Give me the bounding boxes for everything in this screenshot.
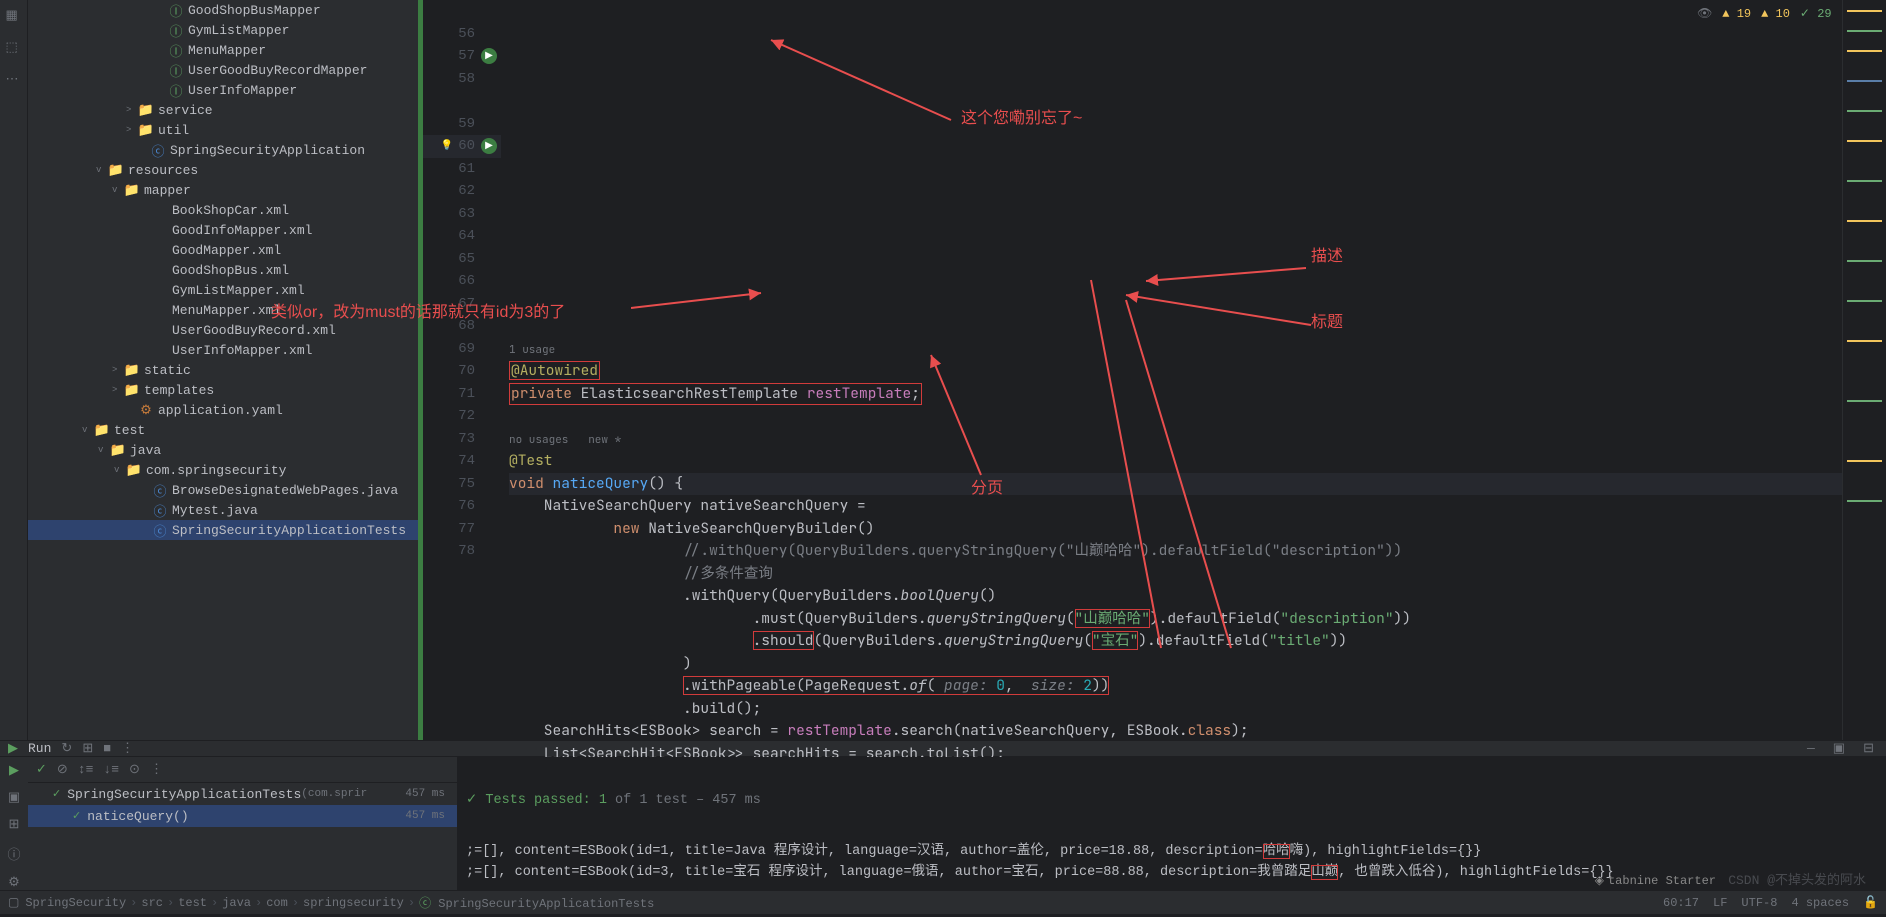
breadcrumb-item[interactable]: src	[141, 896, 163, 910]
project-icon[interactable]: ▦	[6, 8, 22, 24]
status-bar: ▢ SpringSecurity › src › test › java › c…	[0, 890, 1886, 914]
annotation-arrow	[1121, 290, 1321, 340]
toggle-icon[interactable]: ⊞	[82, 741, 93, 756]
tree-item[interactable]: ⒾGoodShopBusMapper	[28, 0, 418, 20]
editor[interactable]: 5657▶585960▶💡616263646566676869707172737…	[423, 0, 1886, 740]
tree-item[interactable]: >📁static	[28, 360, 418, 380]
indent-setting[interactable]: 4 spaces	[1791, 896, 1849, 910]
tabnine-icon: ◈	[1595, 873, 1604, 888]
structure-icon[interactable]: ⬚	[6, 40, 22, 56]
tree-item[interactable]: v📁resources	[28, 160, 418, 180]
more-icon[interactable]: ⋮	[150, 762, 163, 777]
tree-item[interactable]: ⓒMytest.java	[28, 500, 418, 520]
run-gutter-icon[interactable]: ▶	[481, 48, 497, 64]
breadcrumb[interactable]: SpringSecurity › src › test › java › com…	[25, 894, 654, 911]
tree-item[interactable]: ⒾMenuMapper	[28, 40, 418, 60]
run-title: Run	[28, 741, 51, 756]
run-gutter-icon[interactable]: ▶	[481, 138, 497, 154]
readonly-icon[interactable]: 🔓	[1863, 895, 1878, 910]
minimap[interactable]	[1842, 0, 1886, 740]
sort-icon[interactable]: ↕≡	[78, 762, 94, 777]
typo-count[interactable]: ✓ 29	[1800, 6, 1832, 21]
expand-icon[interactable]: ↓≡	[103, 762, 119, 777]
tree-item[interactable]: UserGoodBuyRecord.xml	[28, 320, 418, 340]
tree-item[interactable]: v📁java	[28, 440, 418, 460]
tree-item[interactable]: >📁service	[28, 100, 418, 120]
tree-item[interactable]: GoodShopBus.xml	[28, 260, 418, 280]
tree-item[interactable]: ⓒBrowseDesignatedWebPages.java	[28, 480, 418, 500]
test-row[interactable]: ✓naticeQuery() 457 ms	[28, 805, 457, 827]
info-icon[interactable]: ⓘ	[7, 844, 20, 863]
annotation-text: 这个您嘞别忘了~	[961, 108, 1082, 131]
tree-item[interactable]: >📁templates	[28, 380, 418, 400]
tree-item[interactable]: ⒾUserGoodBuyRecordMapper	[28, 60, 418, 80]
breadcrumb-item[interactable]: springsecurity	[303, 896, 404, 910]
rerun-icon[interactable]: ↻	[61, 741, 72, 756]
breadcrumb-item[interactable]: ⓒ SpringSecurityApplicationTests	[419, 894, 654, 911]
tree-item[interactable]: v📁test	[28, 420, 418, 440]
tree-item[interactable]: BookShopCar.xml	[28, 200, 418, 220]
more-icon[interactable]: ⋯	[6, 72, 22, 88]
tree-item[interactable]: GoodMapper.xml	[28, 240, 418, 260]
tree-item[interactable]: v📁com.springsecurity	[28, 460, 418, 480]
breadcrumb-item[interactable]: SpringSecurity	[25, 896, 126, 910]
inspections-widget[interactable]: 👁 ▲ 19 ▲ 10 ✓ 29 ˆ ˇ	[1697, 6, 1866, 21]
annotation-text: 描述	[1311, 246, 1343, 269]
tree-item[interactable]: UserInfoMapper.xml	[28, 340, 418, 360]
settings-icon[interactable]: ⚙	[8, 875, 20, 890]
bulb-icon[interactable]: 💡	[439, 138, 455, 154]
tree-item[interactable]: GoodInfoMapper.xml	[28, 220, 418, 240]
tree-item[interactable]: GymListMapper.xml	[28, 280, 418, 300]
tabnine-widget[interactable]: ◈ tabnine Starter	[1595, 873, 1716, 888]
cursor-position[interactable]: 60:17	[1663, 896, 1699, 910]
tree-item[interactable]: ⚙application.yaml	[28, 400, 418, 420]
breadcrumb-item[interactable]: com	[266, 896, 288, 910]
project-tree[interactable]: ⒾGoodShopBusMapperⒾGymListMapperⒾMenuMap…	[28, 0, 418, 740]
tree-item[interactable]: ⒾGymListMapper	[28, 20, 418, 40]
annotation-arrow	[761, 30, 961, 130]
run-icon[interactable]: ▶	[8, 741, 18, 756]
code-area[interactable]: 这个您嘞别忘了~ 类似or，改为must的话那就只有id为3的了 描述 标题 分…	[501, 0, 1842, 740]
annotation-arrow	[1141, 263, 1311, 343]
warning-count[interactable]: ▲ 19	[1722, 7, 1751, 21]
project-icon[interactable]: ▢	[8, 895, 19, 910]
line-ending[interactable]: LF	[1713, 896, 1727, 910]
tree-item[interactable]: v📁mapper	[28, 180, 418, 200]
terminal-icon[interactable]: ▣	[8, 790, 20, 805]
line-gutter[interactable]: 5657▶585960▶💡616263646566676869707172737…	[423, 0, 501, 740]
annotation-text: 标题	[1311, 312, 1343, 335]
tree-item[interactable]: >📁util	[28, 120, 418, 140]
more-icon[interactable]: ⋮	[121, 741, 134, 756]
watermark: CSDN @不掉头发的阿水	[1728, 869, 1866, 888]
check-icon[interactable]: ✓	[36, 762, 47, 777]
console-line: ;=[], content=ESBook(id=1, title=Java 程序…	[466, 838, 1878, 859]
clock-icon[interactable]: ⊙	[129, 762, 140, 777]
book-icon[interactable]: ⊞	[9, 817, 20, 832]
tree-item[interactable]: ⓒSpringSecurityApplication	[28, 140, 418, 160]
left-tool-strip: ▦ ⬚ ⋯	[0, 0, 28, 740]
tree-item[interactable]: ⓒSpringSecurityApplicationTests	[28, 520, 418, 540]
play-icon[interactable]: ▶	[9, 763, 19, 778]
file-encoding[interactable]: UTF-8	[1741, 896, 1777, 910]
tree-item[interactable]: ⒾUserInfoMapper	[28, 80, 418, 100]
stop-icon[interactable]: ■	[103, 741, 111, 756]
annotation-arrow	[631, 288, 771, 318]
test-toolbar: ✓ ⊘ ↕≡ ↓≡ ⊙ ⋮	[28, 757, 457, 783]
filter-icon[interactable]: ⊘	[57, 762, 68, 777]
tests-passed-label: ✓ Tests passed: 1 of 1 test – 457 ms	[466, 791, 1878, 808]
hide-icon[interactable]: ⊟	[1859, 741, 1878, 756]
tree-item[interactable]: MenuMapper.xml	[28, 300, 418, 320]
eye-off-icon[interactable]: 👁	[1697, 6, 1712, 21]
test-row[interactable]: ✓SpringSecurityApplicationTests (com.spr…	[28, 783, 457, 805]
breadcrumb-item[interactable]: test	[178, 896, 207, 910]
weak-warning-count[interactable]: ▲ 10	[1761, 7, 1790, 21]
breadcrumb-item[interactable]: java	[222, 896, 251, 910]
